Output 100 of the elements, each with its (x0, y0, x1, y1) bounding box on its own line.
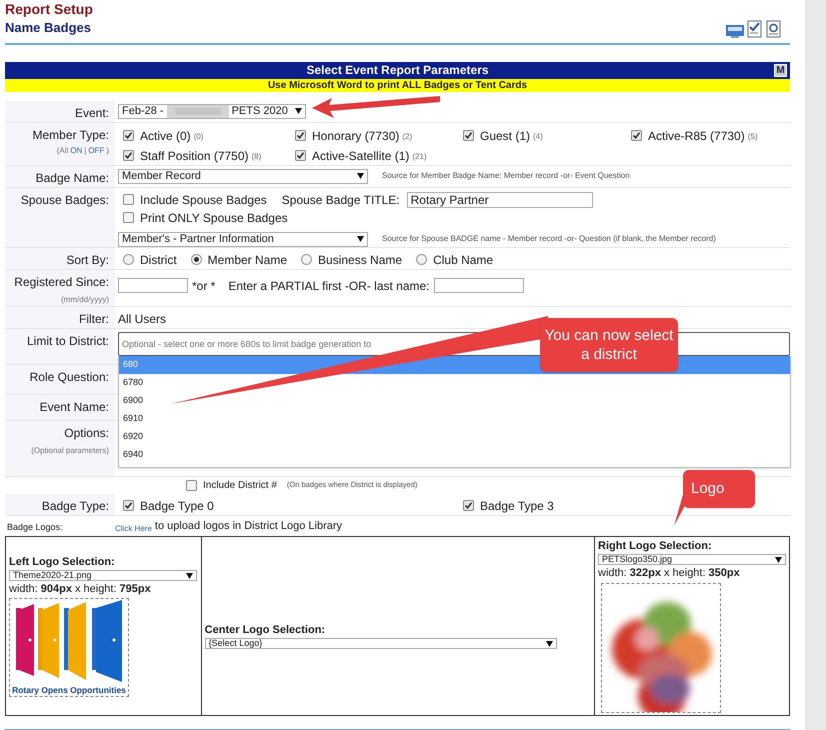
minimize-button[interactable]: M (774, 64, 787, 76)
field-label: Options: (64, 424, 109, 442)
options-hint: (Optional parameters) (31, 444, 109, 456)
separator-text: | (84, 144, 86, 156)
upload-text: to upload logos in District Logo Library (154, 519, 342, 534)
caret-icon (295, 108, 302, 114)
caret-icon (357, 173, 364, 179)
district-option[interactable]: 6940 (119, 446, 790, 464)
logo-section-title: Left Logo Selection: (9, 554, 116, 570)
count-text: (2) (402, 131, 412, 143)
dimension-label: width: (9, 582, 38, 598)
radio-button[interactable] (190, 254, 202, 265)
radio-button[interactable] (301, 254, 312, 265)
count-text: (8) (252, 151, 262, 163)
checkbox[interactable] (123, 130, 134, 141)
dropdown[interactable]: PETSlogo350.jpg (598, 554, 786, 565)
checkbox-label: Active (0) (140, 128, 191, 144)
count-text: (5) (748, 131, 758, 143)
checkbox[interactable] (123, 212, 134, 223)
field-label: Badge Logos: (6, 521, 64, 534)
callout-bubble: Logo (683, 470, 755, 508)
checkbox-label: Guest (1) (480, 128, 530, 144)
count-text: (21) (412, 151, 427, 163)
checkbox[interactable] (123, 500, 134, 511)
logo-section-title: Center Logo Selection: (204, 622, 326, 638)
dropdown[interactable]: Theme2020-21.png (9, 570, 197, 582)
document-icon[interactable] (766, 20, 782, 38)
filter-value: All Users (118, 312, 166, 326)
radio-label: Business Name (318, 252, 402, 268)
dropdown[interactable]: Member's - Partner Information (118, 232, 368, 246)
checkbox[interactable] (463, 130, 474, 141)
radio-label: Member Name (208, 252, 288, 268)
or-text: *or * (192, 278, 216, 294)
field-label: Event Name: (40, 398, 109, 416)
radio-label: District (140, 252, 177, 268)
checkbox[interactable] (186, 480, 197, 490)
checkbox-label: Badge Type 0 (140, 498, 214, 514)
logo-caption: Rotary Opens Opportunities (12, 684, 126, 696)
checkbox-label: Include Spouse Badges (140, 192, 267, 208)
page-subtitle: Name Badges (5, 19, 91, 37)
radio-button[interactable] (123, 254, 134, 265)
logo-section-title: Right Logo Selection: (598, 538, 713, 554)
event-dropdown[interactable]: Feb-28 - PETS 2020 (118, 104, 306, 118)
checkbox[interactable] (463, 500, 474, 511)
upload-link[interactable]: Click Here (115, 522, 152, 534)
checkbox[interactable] (295, 130, 306, 141)
redacted-area (166, 104, 229, 118)
name-field[interactable] (434, 278, 524, 293)
field-label: Member Type: (32, 126, 109, 144)
dimension-value: 350px (708, 566, 740, 581)
page-title: Report Setup (5, 0, 94, 18)
dropdown[interactable]: Member Record (118, 168, 368, 184)
dimension-label: x height: (664, 566, 706, 581)
caret-icon (775, 556, 782, 562)
checkbox-label: Badge Type 3 (480, 498, 554, 514)
district-option[interactable]: 6900 (119, 392, 790, 410)
hint-text: Source for Spouse BADGE name - Member record -or- Question (if blank, the Member record) (382, 233, 716, 245)
district-option[interactable]: 6910 (119, 410, 790, 428)
all-off-link[interactable]: OFF (88, 144, 104, 156)
callout-bubble: You can now select a district (540, 318, 678, 372)
panel-title: Select Event Report Parameters (306, 62, 489, 79)
checkbox[interactable] (123, 150, 134, 161)
title-field[interactable]: Rotary Partner (406, 192, 593, 208)
checkbox[interactable] (631, 130, 642, 141)
toggle-text: ) (106, 144, 109, 156)
checkbox-label: Active-Satellite (1) (312, 148, 410, 164)
hint-text: Source for Member Badge Name: Member record -or- Event Question (382, 170, 630, 182)
dimension-label: width: (598, 566, 627, 581)
caret-icon (546, 640, 553, 647)
count-text: (0) (194, 131, 204, 143)
field-label: Spouse Badge TITLE: (282, 192, 400, 208)
toggle-text: (All (56, 144, 68, 156)
field-label: Role Question: (30, 368, 109, 386)
radio-label: Club Name (433, 252, 494, 268)
radio-button[interactable] (416, 254, 428, 265)
dimension-value: 795px (120, 582, 151, 598)
field-label: Filter: (79, 310, 109, 328)
field-label: Limit to District: (26, 332, 109, 350)
field-label: Spouse Badges: (20, 192, 109, 208)
dimension-value: 322px (630, 566, 661, 581)
field-label: Badge Name: (36, 170, 109, 186)
checkbox-label: Staff Position (7750) (140, 148, 249, 164)
field-label: Registered Since: (14, 274, 109, 290)
checkbox[interactable] (295, 150, 306, 161)
checkbox[interactable] (123, 194, 134, 205)
district-option[interactable]: 6780 (119, 374, 790, 392)
district-option[interactable]: 6920 (119, 428, 790, 446)
caret-icon (186, 572, 193, 579)
checkbox-label: Honorary (7730) (312, 128, 400, 144)
dropdown[interactable]: {Select Logo} (204, 638, 557, 650)
document-check-icon[interactable] (747, 20, 763, 38)
date-field[interactable] (118, 278, 188, 293)
all-on-link[interactable]: ON (70, 144, 82, 156)
format-hint: (mm/dd/yyyy) (61, 294, 109, 306)
notice-banner: Use Microsoft Word to print ALL Badges or Tent Cards (5, 78, 790, 92)
checkbox-label: Include District # (203, 478, 277, 492)
dimension-value: 904px (40, 582, 72, 598)
count-text: (4) (533, 131, 543, 143)
field-label: Sort By: (66, 252, 109, 268)
field-label: Event: (74, 104, 109, 122)
